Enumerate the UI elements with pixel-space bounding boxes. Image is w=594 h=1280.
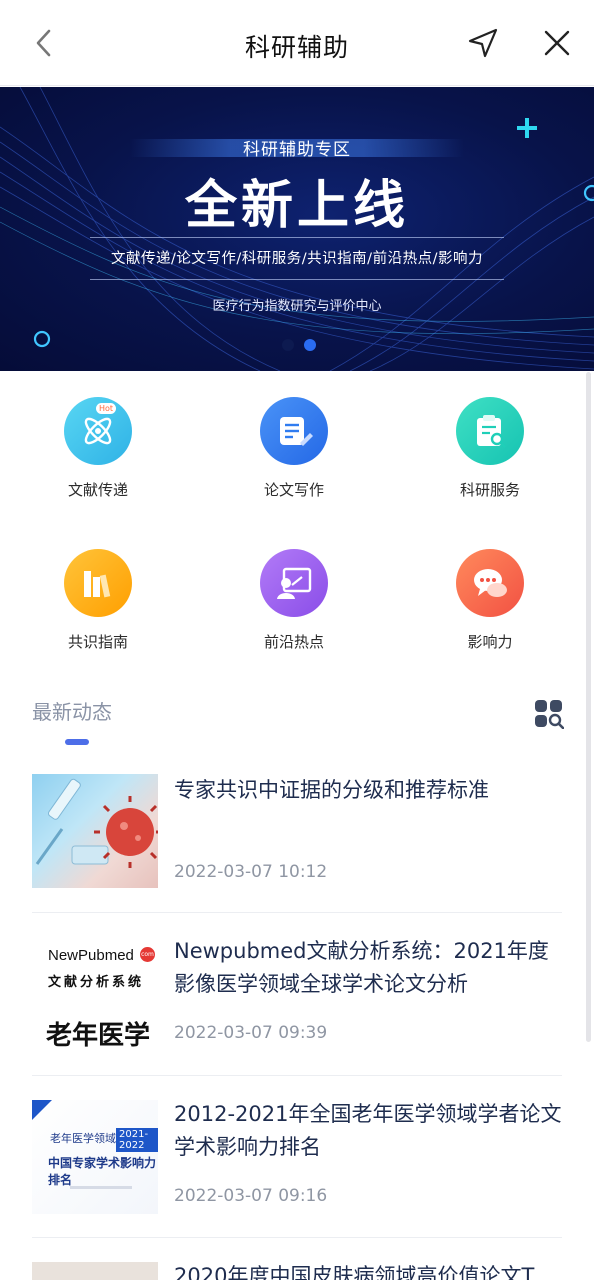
news-item[interactable]: 老年医学领域 2021-2022 中国专家学术影响力排名 2012-2021年全… [32,1076,562,1238]
feature-paper-writing[interactable]: 论文写作 [214,397,374,500]
banner-categories: 文献传递/论文写作/科研服务/共识指南/前沿热点/影响力 [111,251,483,267]
news-time: 2022-03-07 09:39 [174,1023,328,1043]
feature-label: 共识指南 [67,633,128,651]
news-thumbnail-virus-vaccine [32,774,158,888]
feature-label: 论文写作 [263,481,324,499]
thumb-line-c: 中国专家学术影响力排名 [48,1156,157,1187]
thumb-corner [32,1100,52,1120]
news-item[interactable]: 专家共识中证据的分级和推荐标准 2022-03-07 10:12 [32,762,562,913]
news-title: 2020年度中国皮肤病领域高价值论文T [174,1264,535,1280]
news-thumbnail-newpubmed: NewPubmed com 文献分析系统 老年医学 [32,937,158,1051]
news-thumbnail-ranking: 老年医学领域 2021-2022 中国专家学术影响力排名 [32,1100,158,1214]
banner-divider-bottom [90,279,504,280]
banner-headline: 全新上线 [184,176,409,236]
feature-label: 文献传递 [67,481,128,499]
feature-consensus-guide[interactable]: 共识指南 [18,549,178,652]
carousel-dot-active[interactable] [304,339,316,351]
feature-literature-delivery[interactable]: Hot 文献传递 [18,397,178,500]
banner-zone-title: 科研辅助专区 [243,140,351,160]
thumb-line-b: 2021-2022 [116,1128,158,1152]
news-title: 2012-2021年全国老年医学领域学者论文学术影响力排名 [174,1102,562,1159]
feature-research-service[interactable]: 科研服务 [410,397,570,500]
feature-label: 前沿热点 [263,633,324,651]
atom-icon: Hot [64,397,132,465]
news-time: 2022-03-07 10:12 [174,862,328,882]
edit-document-icon [260,397,328,465]
chat-bubbles-icon [456,549,524,617]
thumb-line-a: 老年医学领域 [50,1132,116,1145]
feature-frontier-hotspot[interactable]: 前沿热点 [214,549,374,652]
thumb-brand-text: NewPubmed [48,947,134,964]
scrollbar[interactable] [586,372,591,1042]
banner-divider-top [90,237,504,238]
top-bar: 科研辅助 [0,0,594,86]
thumb-brand-badge: com [140,947,155,962]
section-title: 最新动态 [32,700,112,724]
carousel-dot[interactable] [282,339,294,351]
thumb-subtitle: 文献分析系统 [48,975,145,990]
promo-banner[interactable]: 科研辅助专区 全新上线 文献传递/论文写作/科研服务/共识指南/前沿热点/影响力… [0,87,594,371]
send-arrow-icon[interactable] [466,26,500,60]
close-icon[interactable] [540,26,574,60]
books-icon [64,549,132,617]
hot-badge: Hot [96,403,117,414]
page-title: 科研辅助 [244,33,349,62]
news-title: Newpubmed文献分析系统：2021年度影像医学领域全球学术论文分析 [174,939,549,996]
feature-label: 影响力 [467,633,513,651]
thumb-footnote-bar [70,1186,132,1189]
news-item[interactable]: NewPubmed com 文献分析系统 老年医学 Newpubmed文献分析系… [32,913,562,1076]
news-item[interactable]: 2020年度中国皮肤病领域高价值论文T [32,1238,562,1280]
clipboard-search-icon [456,397,524,465]
thumb-big-text: 老年医学 [46,1021,151,1051]
presentation-icon [260,549,328,617]
news-title: 专家共识中证据的分级和推荐标准 [174,778,489,802]
section-title-underline [65,739,89,745]
feature-label: 科研服务 [459,481,520,499]
feature-influence[interactable]: 影响力 [410,549,570,652]
news-time: 2022-03-07 09:16 [174,1186,328,1206]
news-thumbnail [32,1262,158,1280]
grid-search-icon[interactable] [534,699,564,729]
banner-center-name: 医疗行为指数研究与评价中心 [212,299,382,314]
